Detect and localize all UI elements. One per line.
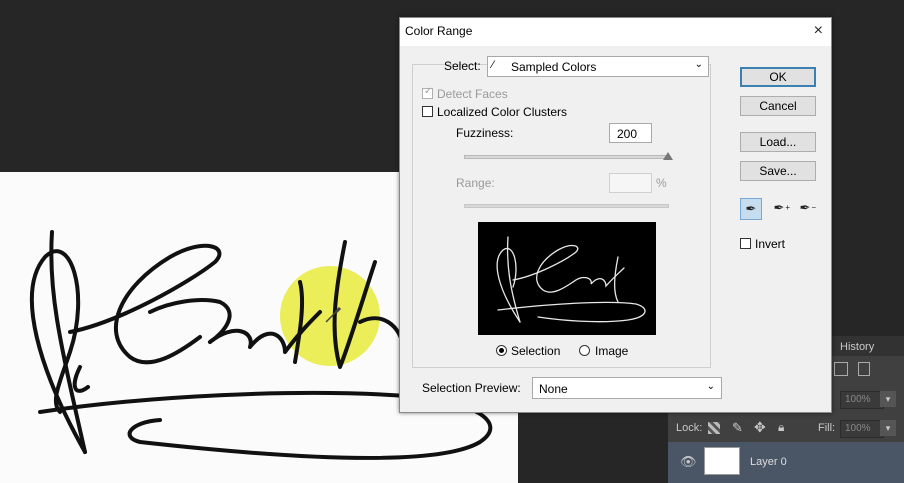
lock-all-icon[interactable]: 🔒︎ — [778, 420, 784, 435]
selection-preview-image — [478, 222, 656, 335]
fuzziness-input[interactable]: 200 — [609, 123, 652, 143]
document-icon[interactable] — [858, 362, 870, 376]
close-icon[interactable]: × — [814, 22, 823, 40]
lock-paint-icon[interactable]: ✎ — [732, 420, 743, 436]
image-radio[interactable] — [579, 345, 590, 356]
layer-row[interactable]: 👁︎ Layer 0 — [668, 442, 904, 483]
layer-name[interactable]: Layer 0 — [750, 456, 787, 468]
selection-preview-value: None — [539, 382, 568, 396]
select-value: Sampled Colors — [511, 60, 597, 74]
selection-preview-dropdown[interactable]: None ⌄ — [532, 377, 722, 399]
selection-radio[interactable] — [496, 345, 507, 356]
lock-position-icon[interactable]: ✥ — [754, 419, 766, 436]
detect-faces-label: Detect Faces — [437, 87, 508, 101]
selection-radio-label: Selection — [511, 344, 561, 358]
eyedropper-minus-icon[interactable]: ✒ − — [794, 198, 816, 220]
range-slider[interactable] — [464, 204, 669, 208]
opacity-field[interactable]: 100% — [840, 391, 884, 409]
fill-dropdown-icon[interactable]: ▾ — [880, 420, 896, 436]
selection-preview-label: Selection Preview: — [422, 381, 521, 395]
eyedropper-plus-icon[interactable]: ✒ + — [768, 198, 790, 220]
transform-icon[interactable] — [834, 362, 848, 376]
lock-label: Lock: — [676, 422, 703, 434]
range-input[interactable] — [609, 173, 652, 193]
invert-checkbox[interactable] — [740, 238, 751, 249]
save-button[interactable]: Save... — [740, 161, 816, 181]
eyedropper-small-icon: ⁄ — [492, 59, 494, 71]
fill-field[interactable]: 100% — [840, 420, 884, 438]
chevron-down-icon: ⌄ — [706, 381, 715, 392]
detect-faces-checkbox[interactable]: ✓ — [422, 86, 433, 99]
localized-clusters-label: Localized Color Clusters — [437, 105, 568, 119]
fuzziness-label: Fuzziness: — [456, 126, 514, 140]
invert-label: Invert — [755, 237, 786, 251]
dialog-title: Color Range — [405, 24, 473, 38]
lock-transparent-icon[interactable] — [708, 422, 720, 434]
ok-button[interactable]: OK — [740, 67, 816, 87]
layer-thumbnail — [704, 447, 740, 475]
cancel-button[interactable]: Cancel — [740, 96, 816, 116]
eyedropper-icon[interactable]: ✒ — [740, 198, 762, 220]
chevron-down-icon: ⌄ — [694, 59, 703, 70]
check-icon: ✓ — [424, 86, 433, 97]
range-unit: % — [656, 176, 667, 190]
fuzziness-slider-thumb[interactable] — [663, 152, 673, 160]
dialog-titlebar[interactable]: Color Range × — [400, 18, 831, 46]
localized-clusters-checkbox[interactable] — [422, 106, 433, 117]
load-button[interactable]: Load... — [740, 132, 816, 152]
select-label: Select: — [444, 59, 481, 73]
color-range-dialog: Color Range × Select: ⁄ Sampled Colors ⌄… — [399, 17, 832, 413]
preview-signature — [496, 236, 646, 323]
select-dropdown[interactable]: ⁄ Sampled Colors ⌄ — [487, 56, 709, 77]
opacity-dropdown-icon[interactable]: ▾ — [880, 391, 896, 407]
fuzziness-value: 200 — [617, 127, 638, 141]
range-label: Range: — [456, 176, 495, 190]
image-radio-label: Image — [595, 344, 629, 358]
tab-history[interactable]: History — [840, 341, 874, 353]
visibility-eye-icon[interactable]: 👁︎ — [680, 454, 697, 470]
fill-label: Fill: — [818, 422, 836, 434]
fuzziness-slider[interactable] — [464, 152, 673, 160]
